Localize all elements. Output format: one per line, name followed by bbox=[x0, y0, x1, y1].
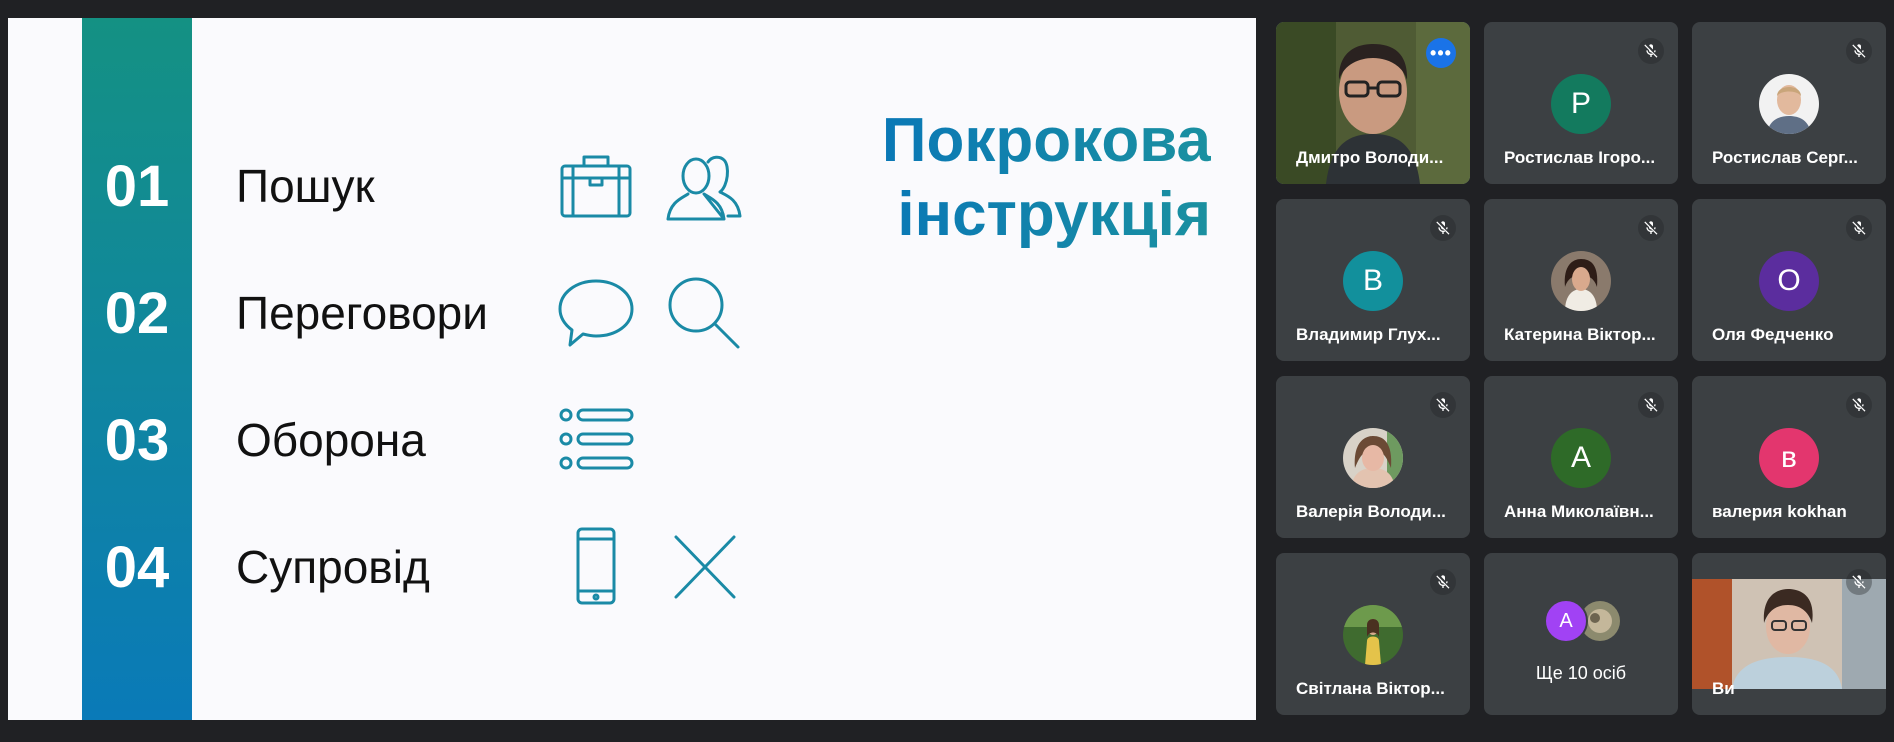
step-label: Переговори bbox=[236, 287, 488, 339]
step-label: Оборона bbox=[236, 414, 426, 466]
cross-icon bbox=[674, 535, 736, 599]
people-icon bbox=[666, 155, 742, 221]
participant-name: Катерина Віктор... bbox=[1504, 325, 1656, 344]
participant-tile[interactable]: О Оля Федченко bbox=[1692, 199, 1886, 361]
participant-tile[interactable]: Р Ростислав Ігоро... bbox=[1484, 22, 1678, 184]
participant-tile[interactable]: Світлана Віктор... bbox=[1276, 553, 1470, 715]
self-tile[interactable]: Ви bbox=[1692, 553, 1886, 715]
step-number: 02 bbox=[104, 280, 170, 346]
participant-name: Владимир Глух... bbox=[1296, 325, 1441, 344]
mic-off-icon bbox=[1638, 392, 1664, 418]
more-participants-label: Ще 10 осіб bbox=[1535, 663, 1627, 683]
participant-tile[interactable]: А Анна Миколаївн... bbox=[1484, 376, 1678, 538]
self-video bbox=[1692, 579, 1886, 689]
step-number: 03 bbox=[104, 407, 170, 473]
more-options-button[interactable]: ••• bbox=[1426, 38, 1456, 68]
step-row-01: 01 Пошук bbox=[8, 131, 1256, 241]
participant-name: Світлана Віктор... bbox=[1296, 679, 1445, 698]
participant-avatar: в bbox=[1759, 428, 1819, 488]
participant-name: Оля Федченко bbox=[1712, 325, 1834, 344]
step-label: Супровід bbox=[236, 541, 430, 593]
mic-off-icon bbox=[1638, 38, 1664, 64]
step-number: 01 bbox=[104, 153, 170, 219]
mic-off-icon bbox=[1846, 38, 1872, 64]
participant-avatar: О bbox=[1759, 251, 1819, 311]
participant-avatar: Р bbox=[1551, 74, 1611, 134]
participant-avatar-photo bbox=[1343, 428, 1403, 488]
participant-tile[interactable]: в валерия kokhan bbox=[1692, 376, 1886, 538]
participant-name: Ростислав Серг... bbox=[1712, 148, 1858, 167]
mic-off-icon bbox=[1430, 215, 1456, 241]
participant-tile[interactable]: ••• Дмитро Володи... bbox=[1276, 22, 1470, 184]
participant-avatar: А bbox=[1544, 599, 1588, 643]
participant-avatar: В bbox=[1343, 251, 1403, 311]
speech-bubble-icon bbox=[558, 279, 634, 347]
mic-off-icon bbox=[1430, 569, 1456, 595]
more-participants-tile[interactable]: А Ще 10 осіб bbox=[1484, 553, 1678, 715]
mic-off-icon bbox=[1846, 215, 1872, 241]
participant-name: Ростислав Ігоро... bbox=[1504, 148, 1656, 167]
briefcase-icon bbox=[560, 155, 632, 218]
participant-tile[interactable]: В Владимир Глух... bbox=[1276, 199, 1470, 361]
step-number: 04 bbox=[104, 534, 170, 600]
step-row-03: 03 Оборона bbox=[8, 385, 1256, 495]
participant-name: Валерія Володи... bbox=[1296, 502, 1446, 521]
participant-tile[interactable]: Валерія Володи... bbox=[1276, 376, 1470, 538]
participant-name: Анна Миколаївн... bbox=[1504, 502, 1654, 521]
participant-tile[interactable]: Ростислав Серг... bbox=[1692, 22, 1886, 184]
step-row-04: 04 Супровід bbox=[8, 512, 1256, 622]
participant-tile[interactable]: Катерина Віктор... bbox=[1484, 199, 1678, 361]
list-icon bbox=[559, 408, 634, 470]
mic-off-icon bbox=[1430, 392, 1456, 418]
magnifier-icon bbox=[668, 277, 740, 349]
smartphone-icon bbox=[576, 527, 616, 605]
participant-avatar-photo bbox=[1551, 251, 1611, 311]
participant-avatar-photo bbox=[1759, 74, 1819, 134]
step-label: Пошук bbox=[236, 160, 375, 212]
mic-off-icon bbox=[1846, 569, 1872, 595]
participant-avatar-photo bbox=[1343, 605, 1403, 665]
participant-name: Дмитро Володи... bbox=[1296, 148, 1444, 167]
mic-off-icon bbox=[1638, 215, 1664, 241]
step-row-02: 02 Переговори bbox=[8, 258, 1256, 368]
presentation-slide: Покрокова інструкція 01 Пошук 02 Перегов… bbox=[8, 18, 1256, 720]
participant-avatar: А bbox=[1551, 428, 1611, 488]
mic-off-icon bbox=[1846, 392, 1872, 418]
participant-name: Ви bbox=[1712, 679, 1735, 698]
participant-name: валерия kokhan bbox=[1712, 502, 1847, 521]
